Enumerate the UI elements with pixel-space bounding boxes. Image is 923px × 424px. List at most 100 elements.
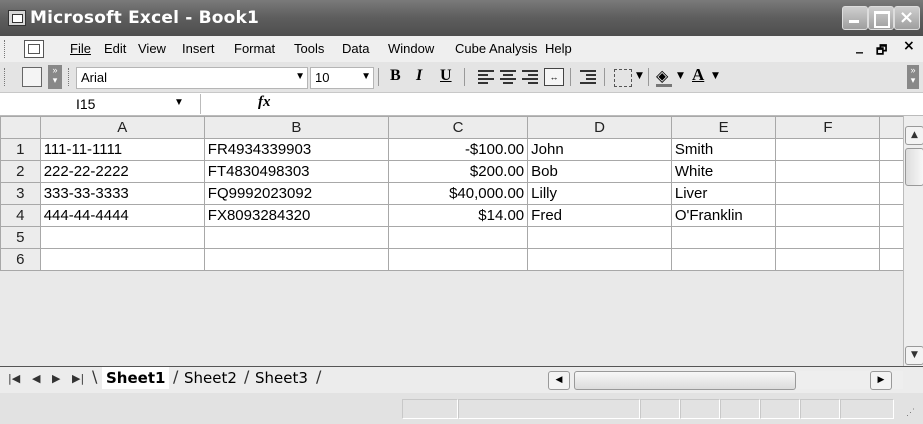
font-color-icon[interactable]: A — [692, 65, 704, 85]
row-header[interactable]: 5 — [0, 226, 41, 249]
menu-cube-analysis[interactable]: Cube Analysis — [455, 41, 537, 56]
decrease-indent-icon[interactable] — [580, 70, 596, 84]
scroll-right-icon[interactable]: ▶ — [870, 371, 892, 390]
select-all-corner[interactable] — [0, 116, 41, 139]
cell-e5[interactable] — [670, 226, 777, 249]
column-header-a[interactable]: A — [39, 116, 205, 139]
chevron-down-icon[interactable]: ▼ — [174, 97, 184, 108]
menubar-grip-icon[interactable] — [4, 40, 8, 58]
tab-sheet1[interactable]: Sheet1 — [102, 367, 170, 389]
vertical-scroll-thumb[interactable] — [905, 148, 923, 186]
cell-c6[interactable] — [387, 248, 529, 271]
formula-input[interactable] — [280, 95, 900, 113]
cell-a6[interactable] — [39, 248, 205, 271]
maximize-button[interactable] — [868, 6, 894, 30]
cell-d6[interactable] — [527, 248, 672, 271]
column-header-f[interactable]: F — [775, 116, 881, 139]
underline-button[interactable]: U — [440, 67, 452, 87]
cell-e4[interactable]: O'Franklin — [670, 204, 777, 227]
cell-c2[interactable]: $200.00 — [387, 160, 529, 183]
borders-icon[interactable] — [614, 69, 632, 87]
scroll-down-icon[interactable]: ▼ — [905, 346, 923, 365]
resize-grip-icon[interactable]: ⋰ — [906, 407, 915, 418]
row-header[interactable]: 6 — [0, 248, 41, 271]
cell-f6[interactable] — [775, 248, 881, 271]
chevron-down-icon[interactable]: ▼ — [712, 71, 719, 81]
excel-app-icon[interactable] — [8, 10, 26, 26]
chevron-down-icon[interactable]: ▼ — [295, 71, 305, 82]
first-sheet-icon[interactable]: |◀ — [8, 372, 20, 385]
toolbar-grip-icon-2[interactable] — [68, 68, 72, 86]
last-sheet-icon[interactable]: ▶| — [72, 372, 84, 385]
menu-file[interactable]: File — [70, 41, 91, 56]
close-button[interactable]: × — [894, 6, 920, 30]
menu-help[interactable]: Help — [545, 41, 572, 56]
cell-e6[interactable] — [670, 248, 777, 271]
column-header-c[interactable]: C — [387, 116, 529, 139]
cell-d3[interactable]: Lilly — [527, 182, 672, 205]
doc-minimize-button[interactable]: _ — [856, 38, 863, 54]
cell-a4[interactable]: 444-44-4444 — [39, 204, 205, 227]
horizontal-scrollbar[interactable]: ◀ ▶ — [548, 371, 903, 390]
tab-sheet2[interactable]: Sheet2 — [180, 367, 241, 389]
row-header[interactable]: 1 — [0, 138, 41, 161]
row-header[interactable]: 4 — [0, 204, 41, 227]
cell-f2[interactable] — [775, 160, 881, 183]
scroll-up-icon[interactable]: ▲ — [905, 126, 923, 145]
cell-a5[interactable] — [39, 226, 205, 249]
cell-b3[interactable]: FQ9992023092 — [203, 182, 389, 205]
cell-f5[interactable] — [775, 226, 881, 249]
column-header-e[interactable]: E — [670, 116, 777, 139]
workbook-menu-icon[interactable] — [24, 40, 44, 58]
doc-restore-button[interactable]: 🗗 — [876, 41, 887, 62]
cell-d1[interactable]: John — [527, 138, 672, 161]
align-left-icon[interactable] — [478, 70, 494, 84]
cell-b5[interactable] — [203, 226, 389, 249]
menu-tools[interactable]: Tools — [294, 41, 324, 56]
menu-insert[interactable]: Insert — [182, 41, 215, 56]
chevron-down-icon[interactable]: ▼ — [636, 71, 643, 81]
cell-a1[interactable]: 111-11-1111 — [39, 138, 205, 161]
cell-b4[interactable]: FX8093284320 — [203, 204, 389, 227]
cell-f4[interactable] — [775, 204, 881, 227]
italic-button[interactable]: I — [416, 67, 422, 87]
name-box[interactable]: I15 ▼ — [16, 94, 201, 114]
doc-close-button[interactable]: × — [903, 38, 915, 54]
cell-e1[interactable]: Smith — [670, 138, 777, 161]
cell-f3[interactable] — [775, 182, 881, 205]
chevron-down-icon[interactable]: ▼ — [677, 71, 684, 81]
menu-edit[interactable]: Edit — [104, 41, 126, 56]
insert-function-icon[interactable]: fx — [258, 94, 271, 111]
chevron-down-icon[interactable]: ▼ — [361, 71, 371, 82]
font-size-combo[interactable]: 10 ▼ — [310, 67, 374, 89]
merge-center-icon[interactable]: ↔ — [544, 68, 564, 86]
row-header[interactable]: 3 — [0, 182, 41, 205]
prev-sheet-icon[interactable]: ◀ — [32, 372, 40, 385]
cell-c3[interactable]: $40,000.00 — [387, 182, 529, 205]
menu-format[interactable]: Format — [234, 41, 275, 56]
menu-view[interactable]: View — [138, 41, 166, 56]
align-center-icon[interactable] — [500, 70, 516, 84]
cell-b2[interactable]: FT4830498303 — [203, 160, 389, 183]
cell-a2[interactable]: 222-22-2222 — [39, 160, 205, 183]
menu-data[interactable]: Data — [342, 41, 369, 56]
cell-e3[interactable]: Liver — [670, 182, 777, 205]
vertical-scrollbar[interactable]: ▲ ▼ — [903, 116, 923, 366]
row-header[interactable]: 2 — [0, 160, 41, 183]
bold-button[interactable]: B — [390, 67, 401, 87]
cell-c4[interactable]: $14.00 — [387, 204, 529, 227]
toolbar-chevron-icon[interactable]: » ▾ — [48, 65, 62, 89]
minimize-button[interactable] — [842, 6, 868, 30]
toolbar-options-icon[interactable] — [22, 67, 42, 87]
font-name-combo[interactable]: Arial ▼ — [76, 67, 308, 89]
column-header-d[interactable]: D — [527, 116, 672, 139]
fill-color-icon[interactable]: ◈ — [656, 66, 668, 85]
cell-d5[interactable] — [527, 226, 672, 249]
scroll-left-icon[interactable]: ◀ — [548, 371, 570, 390]
cell-a3[interactable]: 333-33-3333 — [39, 182, 205, 205]
toolbar-options-chevron-icon[interactable]: » ▾ — [907, 65, 919, 89]
column-header-b[interactable]: B — [203, 116, 389, 139]
title-bar[interactable]: Microsoft Excel - Book1 × — [0, 0, 923, 36]
cell-d4[interactable]: Fred — [527, 204, 672, 227]
cell-b1[interactable]: FR4934339903 — [203, 138, 389, 161]
